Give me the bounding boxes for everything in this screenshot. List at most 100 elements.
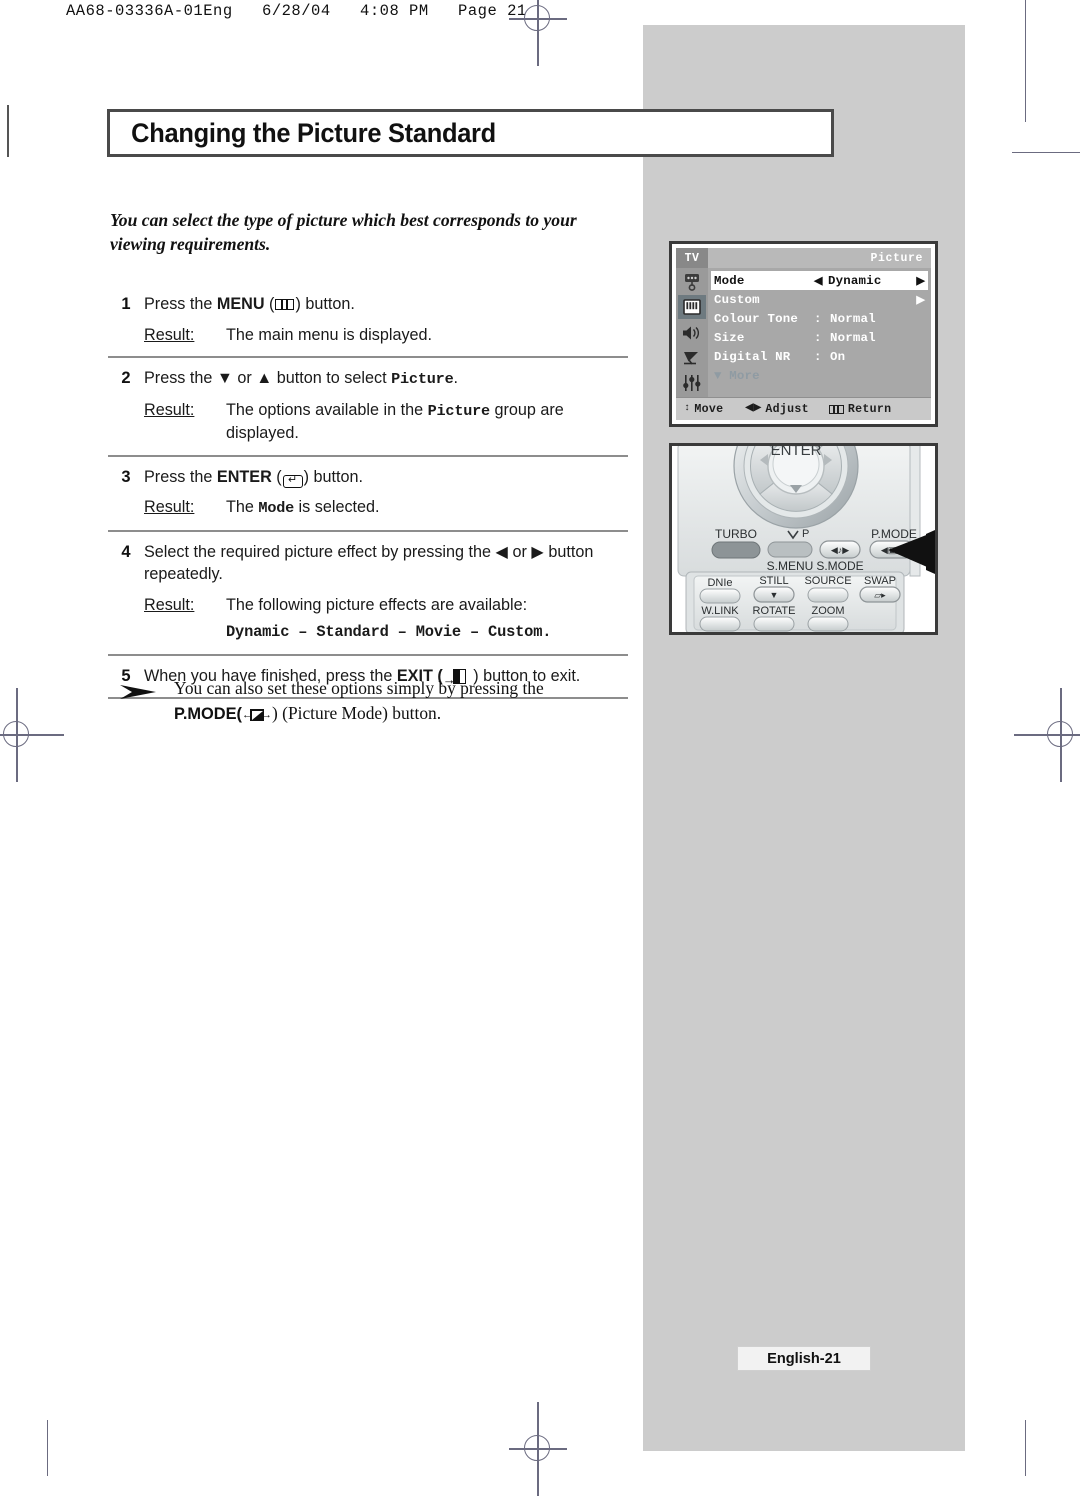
- p-mode-label: P.MODE: [871, 527, 917, 541]
- result-label: Result:: [144, 595, 195, 614]
- step-3-result-text: The Mode is selected.: [226, 496, 628, 520]
- svg-text:▼: ▼: [770, 590, 779, 600]
- osd-hint-move-label: Move: [694, 402, 724, 416]
- grey-side-panel: [643, 25, 965, 1451]
- crop-mark-bottom-right-vertical: [1025, 1420, 1027, 1476]
- s-menu-label: S.MENU: [767, 559, 814, 573]
- step-4: 4 Select the required picture effect by …: [108, 532, 628, 654]
- result-label: Result:: [144, 325, 195, 344]
- step-2-result: Result: The options available in the Pic…: [144, 399, 628, 445]
- step-3-text-before: Press the: [144, 467, 217, 486]
- up-down-arrows-icon: ↕: [684, 403, 691, 414]
- setup-sliders-icon[interactable]: [678, 371, 706, 395]
- rotate-label: ROTATE: [753, 605, 796, 617]
- sound-speaker-icon[interactable]: [678, 321, 706, 345]
- registration-mark-bottom: [509, 1402, 567, 1496]
- right-arrow-icon[interactable]: ▶: [916, 293, 925, 307]
- still-label: STILL: [759, 575, 788, 587]
- osd-row-size-key: Size: [714, 330, 745, 345]
- osd-menu-screenshot: TV Picture Mode ◀ Dynamic ▶ Custom ▶ Col…: [669, 241, 938, 427]
- step-2-result-mono: Picture: [427, 401, 491, 420]
- s-mode-label: S.MODE: [816, 559, 863, 573]
- note-text: You can also set these options simply by…: [174, 678, 544, 723]
- step-3-button-label: ENTER: [216, 467, 272, 486]
- input-source-icon[interactable]: [678, 270, 706, 294]
- step-3-result-b: is selected.: [294, 498, 380, 516]
- osd-row-colour-tone-sep: :: [814, 311, 822, 326]
- step-2-text-end: .: [453, 369, 459, 387]
- svg-text:◀♪▶: ◀♪▶: [831, 545, 849, 555]
- step-2-result-a: The options available in the: [226, 400, 428, 419]
- right-arrow-icon[interactable]: ▶: [916, 274, 925, 288]
- osd-row-custom-key: Custom: [714, 292, 760, 307]
- step-3-number: 3: [121, 467, 131, 486]
- osd-row-custom[interactable]: Custom ▶: [714, 290, 925, 309]
- page-number-badge: English-21: [737, 1346, 871, 1371]
- note-block: You can also set these options simply by…: [110, 676, 630, 727]
- remote-control-illustration: ENTER P TURBO S.MENU ◀♪▶ S.MODE P.MODE ◀…: [669, 443, 938, 635]
- menu-icon: [828, 404, 844, 414]
- osd-row-more[interactable]: ▼ More: [714, 366, 925, 385]
- satellite-dish-icon[interactable]: [678, 346, 706, 370]
- osd-category-rail: [676, 268, 708, 397]
- p-channel-label: P: [802, 528, 809, 540]
- osd-hint-adjust: ◀▶ Adjust: [723, 403, 809, 416]
- step-3-result-mono: Mode: [258, 499, 295, 517]
- osd-row-digital-nr-sep: :: [814, 349, 822, 364]
- step-2-mono-term: Picture: [391, 370, 454, 388]
- osd-source-label: TV: [676, 248, 708, 268]
- regmark-horizontal: [1014, 734, 1080, 736]
- swap-label: SWAP: [864, 575, 896, 587]
- regmark-vertical: [16, 688, 18, 782]
- osd-options-list: Mode ◀ Dynamic ▶ Custom ▶ Colour Tone : …: [708, 268, 931, 397]
- print-header: AA68-03336A-01Eng 6/28/04 4:08 PM Page 2…: [66, 2, 527, 20]
- page-title-box: Changing the Picture Standard: [107, 109, 834, 157]
- osd-row-digital-nr[interactable]: Digital NR : On: [714, 347, 925, 366]
- osd-row-digital-nr-key: Digital NR: [714, 349, 791, 364]
- dnie-label: DNIe: [707, 577, 732, 589]
- regmark-vertical: [537, 1402, 539, 1496]
- osd-title: Picture: [708, 248, 931, 268]
- step-4-number: 4: [121, 542, 131, 561]
- osd-row-colour-tone-value: Normal: [830, 311, 876, 326]
- step-1-result-text: The main menu is displayed.: [226, 325, 433, 344]
- step-2-text: Press the ▼ or ▲ button to select Pictur…: [144, 367, 628, 391]
- osd-hint-move: ↕ Move: [676, 403, 723, 416]
- title-left-crop-tab: [0, 105, 9, 157]
- osd-footer-hints: ↕ Move ◀▶ Adjust Return: [676, 397, 931, 420]
- note-button-label: P.MODE: [174, 705, 237, 723]
- crop-mark-bottom-left-vertical: [47, 1420, 49, 1476]
- osd-hint-return-label: Return: [847, 402, 892, 416]
- left-right-arrows-icon: ◀▶: [745, 403, 762, 414]
- crop-mark-top-right-horizontal: [1012, 152, 1080, 154]
- registration-mark-top: [509, 0, 567, 66]
- svg-text:▱▸: ▱▸: [874, 590, 886, 600]
- osd-row-mode-value: Dynamic: [828, 273, 882, 288]
- step-2-text-lead: Press the ▼ or ▲ button to select: [144, 369, 392, 387]
- step-2-result-text: The options available in the Picture gro…: [226, 399, 628, 445]
- arrowhead-bullet-icon: [110, 676, 174, 727]
- osd-row-size[interactable]: Size : Normal: [714, 328, 925, 347]
- step-4-result-lead: The following picture effects are availa…: [226, 595, 528, 614]
- step-4-result-text: The following picture effects are availa…: [226, 594, 628, 644]
- registration-mark-left: [0, 688, 64, 782]
- result-label: Result:: [144, 498, 195, 516]
- step-1-text: Press the MENU () button.: [144, 295, 355, 313]
- regmark-horizontal: [0, 734, 64, 736]
- picture-icon[interactable]: [678, 295, 706, 320]
- result-label: Result:: [144, 400, 195, 419]
- w-link-label: W.LINK: [701, 605, 739, 617]
- steps-list: 1 Press the MENU () button. Result: The …: [108, 284, 628, 699]
- crop-mark-top-right-vertical: [1025, 0, 1027, 122]
- intro-paragraph: You can select the type of picture which…: [110, 210, 577, 254]
- zoom-label: ZOOM: [812, 605, 845, 617]
- left-arrow-icon[interactable]: ◀: [814, 274, 828, 288]
- step-1-button-label: MENU: [216, 295, 265, 313]
- osd-row-mode[interactable]: Mode ◀ Dynamic ▶: [711, 271, 928, 290]
- pmode-icon: ← →: [242, 709, 273, 721]
- enter-icon: ↵: [282, 474, 303, 488]
- regmark-vertical: [537, 0, 539, 66]
- step-3: 3 Press the ENTER (↵) button. Result: Th…: [108, 457, 628, 530]
- osd-row-colour-tone[interactable]: Colour Tone : Normal: [714, 309, 925, 328]
- step-3-text: Press the ENTER (↵) button.: [144, 467, 364, 488]
